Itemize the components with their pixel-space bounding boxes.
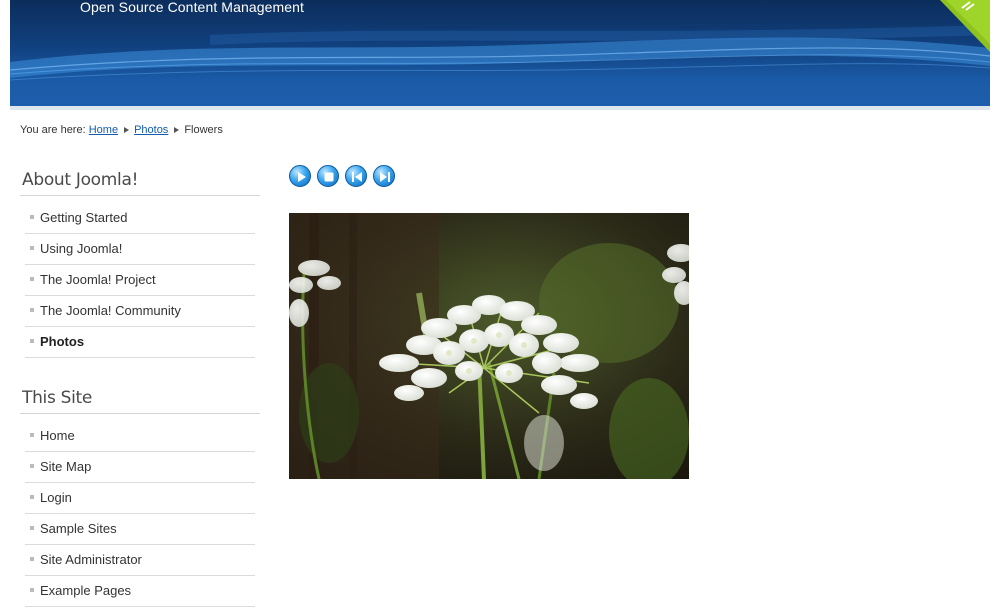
corner-ribbon-icon: [940, 0, 990, 52]
menu-item-site-map[interactable]: Site Map: [25, 452, 255, 483]
bullet-icon: [30, 588, 34, 592]
about-joomla-menu: About Joomla! Getting Started Using Joom…: [20, 170, 260, 358]
menu-item-using-joomla[interactable]: Using Joomla!: [25, 234, 255, 265]
menu-item-login[interactable]: Login: [25, 483, 255, 514]
menu-item-example-pages[interactable]: Example Pages: [25, 576, 255, 607]
breadcrumb-link-home[interactable]: Home: [89, 124, 118, 136]
menu-item-site-administrator[interactable]: Site Administrator: [25, 545, 255, 576]
play-button[interactable]: [289, 165, 311, 187]
menu-item-label: The Joomla! Project: [40, 272, 156, 287]
breadcrumb-arrow-icon: [174, 127, 180, 134]
module-title: About Joomla!: [20, 170, 260, 196]
menu-item-label: Sample Sites: [40, 521, 117, 536]
breadcrumb-link-photos[interactable]: Photos: [134, 124, 168, 136]
menu-item-label: Photos: [40, 334, 85, 349]
site-header: Open Source Content Management: [10, 0, 990, 106]
menu-item-label: Site Administrator: [40, 552, 142, 567]
bullet-icon: [30, 308, 34, 312]
play-icon: [298, 172, 306, 182]
breadcrumb-prefix: You are here:: [20, 124, 86, 136]
bullet-icon: [30, 246, 34, 250]
menu-item-joomla-community[interactable]: The Joomla! Community: [25, 296, 255, 327]
next-icon: [380, 172, 390, 182]
menu-item-joomla-project[interactable]: The Joomla! Project: [25, 265, 255, 296]
menu-item-sample-sites[interactable]: Sample Sites: [25, 514, 255, 545]
site-tagline: Open Source Content Management: [80, 0, 305, 15]
bullet-icon: [30, 433, 34, 437]
menu-item-getting-started[interactable]: Getting Started: [25, 203, 255, 234]
next-button[interactable]: [373, 165, 395, 187]
module-title: This Site: [20, 388, 260, 414]
menu-item-photos[interactable]: Photos: [25, 327, 255, 358]
slideshow-photo: [289, 213, 689, 479]
menu-item-label: The Joomla! Community: [40, 303, 181, 318]
bullet-icon: [30, 464, 34, 468]
header-wave-graphic: [10, 25, 990, 81]
menu-item-home[interactable]: Home: [25, 421, 255, 452]
menu-item-label: Home: [40, 428, 75, 443]
bullet-icon: [30, 526, 34, 530]
menu-item-label: Site Map: [40, 459, 92, 474]
bullet-icon: [30, 215, 34, 219]
header-divider: [10, 106, 990, 110]
menu-item-label: Getting Started: [40, 210, 128, 225]
previous-icon: [352, 172, 362, 182]
previous-button[interactable]: [345, 165, 367, 187]
breadcrumb-arrow-icon: [124, 127, 130, 134]
menu-item-label: Example Pages: [40, 583, 132, 598]
menu-item-label: Login: [40, 490, 72, 505]
breadcrumb: You are here: Home Photos Flowers: [20, 124, 223, 136]
bullet-icon: [30, 277, 34, 281]
breadcrumb-current: Flowers: [184, 124, 223, 136]
menu-item-label: Using Joomla!: [40, 241, 123, 256]
stop-icon: [324, 172, 334, 182]
stop-button[interactable]: [317, 165, 339, 187]
this-site-menu: This Site Home Site Map Login Sample Sit…: [20, 388, 260, 607]
bullet-icon: [30, 339, 34, 343]
bullet-icon: [30, 557, 34, 561]
bullet-icon: [30, 495, 34, 499]
